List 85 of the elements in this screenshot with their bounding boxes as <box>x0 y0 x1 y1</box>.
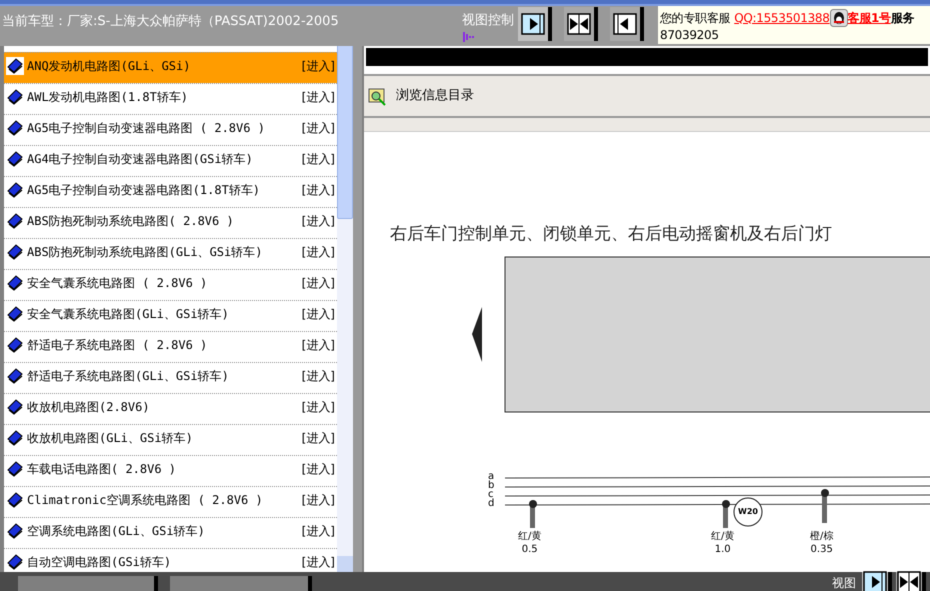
item-title: 车载电话电路图( 2.8V6 ) <box>27 461 176 478</box>
enter-link[interactable]: [进入] <box>302 57 335 75</box>
book-icon <box>6 305 24 323</box>
view-button[interactable] <box>564 7 598 41</box>
diagram-title: 右后车门控制单元、闭锁单元、右后电动摇窗机及右后门灯 <box>390 223 832 246</box>
book-icon <box>6 150 24 168</box>
qq-link[interactable]: QQ:1553501388 <box>734 10 830 26</box>
book-icon <box>6 522 24 540</box>
book-icon <box>6 398 24 416</box>
view-button[interactable] <box>610 7 644 41</box>
wire-color-label: 红/黄 <box>518 530 542 543</box>
book-icon <box>6 181 24 199</box>
book-icon <box>6 88 24 106</box>
wire-size-label: 0.5 <box>522 543 538 556</box>
service-suffix: 服务 <box>890 10 914 26</box>
enter-link[interactable]: [进入] <box>302 305 335 323</box>
enter-link[interactable]: [进入] <box>302 367 335 385</box>
agent-link[interactable]: 客服1号 <box>848 10 891 26</box>
item-title: 空调系统电路图(GLi、GSi轿车) <box>27 523 205 540</box>
enter-link[interactable]: [进入] <box>302 274 335 292</box>
wire-color-label: 橙/棕 <box>810 530 834 543</box>
item-title: ABS防抱死制动系统电路图( 2.8V6 ) <box>27 213 234 230</box>
connector-label: W20 <box>737 507 759 517</box>
item-title: 安全气囊系统电路图(GLi、GSi轿车) <box>27 306 229 323</box>
enter-link[interactable]: [进入] <box>302 88 335 106</box>
view-button[interactable] <box>518 7 552 41</box>
view-control-label: 视图控制 <box>462 12 515 30</box>
enter-link[interactable]: [进入] <box>302 212 335 230</box>
enter-link[interactable]: [进入] <box>302 491 335 509</box>
list-item[interactable]: 自动空调电路图(GSi轿车) [进入] <box>4 548 337 572</box>
bus-line-label: d <box>488 499 494 508</box>
enter-link[interactable]: [进入] <box>302 181 335 199</box>
list-item[interactable]: ANQ发动机电路图(GLi、GSi) [进入] <box>4 52 337 83</box>
item-title: 收放机电路图(GLi、GSi轿车) <box>27 430 193 447</box>
arrow-icon <box>863 570 887 591</box>
bus-line-label: c <box>488 490 494 499</box>
book-icon <box>6 119 24 137</box>
bus-line-label: a <box>488 472 494 481</box>
enter-link[interactable]: [进入] <box>302 429 335 447</box>
book-icon <box>6 57 24 75</box>
item-title: 舒适电子系统电路图(GLi、GSi轿车) <box>27 368 229 385</box>
phone-number: 87039205 <box>660 28 719 42</box>
item-title: AG5电子控制自动变速器电路图 ( 2.8V6 ) <box>27 120 265 137</box>
view-button[interactable] <box>896 572 926 591</box>
wire-size-label: 0.35 <box>810 543 833 556</box>
enter-link[interactable]: [进入] <box>302 150 335 168</box>
view-label: 视图 <box>832 575 856 591</box>
enter-link[interactable]: [进入] <box>302 460 335 478</box>
item-title: ABS防抱死制动系统电路图(GLi、GSi轿车) <box>27 244 262 261</box>
toolbar-label[interactable]: 浏览信息目录 <box>396 86 474 106</box>
view-button[interactable] <box>862 572 892 591</box>
item-title: 舒适电子系统电路图 ( 2.8V6 ) <box>27 337 208 354</box>
menu-button[interactable] <box>18 576 158 591</box>
menu-button[interactable] <box>170 576 312 591</box>
wire-size-label: 1.0 <box>714 543 731 556</box>
item-title: AWL发动机电路图(1.8T轿车) <box>27 89 188 106</box>
item-title: 收放机电路图(2.8V6) <box>27 399 150 416</box>
enter-link[interactable]: [进入] <box>302 336 335 354</box>
book-icon <box>6 367 24 385</box>
enter-link[interactable]: [进入] <box>302 522 335 540</box>
book-icon <box>6 491 24 509</box>
item-title: 自动空调电路图(GSi轿车) <box>27 554 172 571</box>
folder-search-icon <box>368 86 388 106</box>
enter-link[interactable]: [进入] <box>302 243 335 261</box>
item-title: AG4电子控制自动变速器电路图(GSi轿车) <box>27 151 253 168</box>
enter-link[interactable]: [进入] <box>302 398 335 416</box>
book-icon <box>6 336 24 354</box>
item-title: Climatronic空调系统电路图 ( 2.8V6 ) <box>27 492 263 509</box>
enter-link[interactable]: [进入] <box>302 119 335 137</box>
book-icon <box>6 212 24 230</box>
item-title: 安全气囊系统电路图 ( 2.8V6 ) <box>27 275 208 292</box>
book-icon <box>6 243 24 261</box>
service-text: 您的专职客服 <box>660 10 730 26</box>
split-arrows-icon <box>567 13 591 35</box>
item-title: AG5电子控制自动变速器电路图(1.8T轿车) <box>27 182 260 199</box>
wire-color-label: 红/黄 <box>711 530 734 543</box>
current-model-text: 当前车型：厂家:S-上海大众帕萨特（PASSAT)2002-2005 <box>2 14 339 29</box>
book-icon <box>6 460 24 478</box>
book-icon <box>6 274 24 292</box>
book-icon <box>6 429 24 447</box>
enter-link[interactable]: [进入] <box>302 553 335 571</box>
penguin-icon <box>830 9 848 27</box>
bus-line-label: b <box>488 481 494 490</box>
item-title: ANQ发动机电路图(GLi、GSi) <box>27 58 190 75</box>
book-icon <box>6 553 24 571</box>
